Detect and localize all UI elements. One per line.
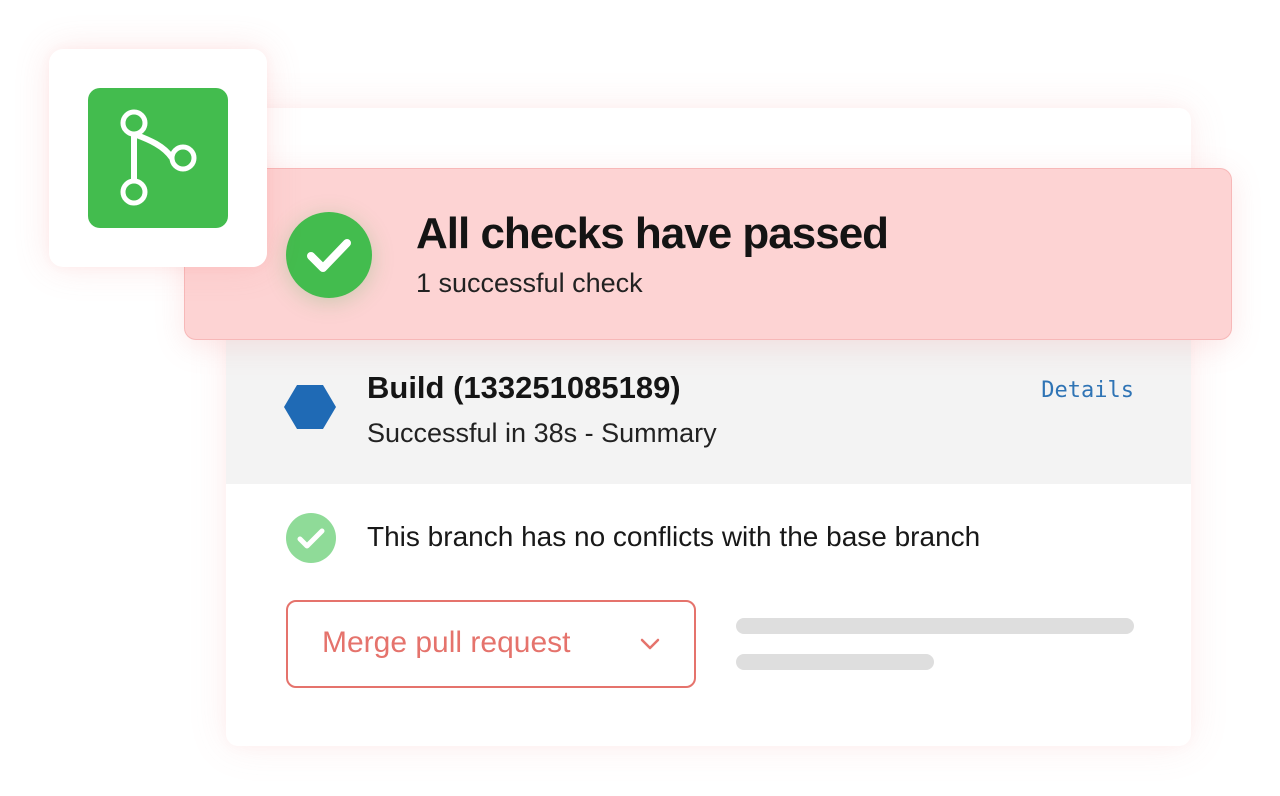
app-logo-tile [49,49,267,267]
build-check-title: Build (133251085189) [367,370,681,405]
details-link[interactable]: Details [1041,378,1134,403]
hexagon-icon [284,385,336,429]
merge-pull-request-button[interactable]: Merge pull request [286,600,696,688]
checks-status-subtitle: 1 successful check [416,268,643,298]
checks-status-banner: All checks have passed 1 successful chec… [184,168,1232,340]
git-branch-icon [88,88,228,228]
merge-button-label: Merge pull request [322,626,571,659]
build-check-row: Build (133251085189) Successful in 38s -… [226,340,1191,484]
check-circle-icon [286,513,336,563]
build-check-subtitle: Successful in 38s - Summary [367,418,717,448]
check-circle-icon [286,212,372,298]
checks-status-title: All checks have passed [416,209,889,258]
skeleton-line [736,618,1134,634]
chevron-down-icon[interactable] [640,637,660,651]
no-conflicts-message: This branch has no conflicts with the ba… [367,521,981,552]
skeleton-line [736,654,934,670]
